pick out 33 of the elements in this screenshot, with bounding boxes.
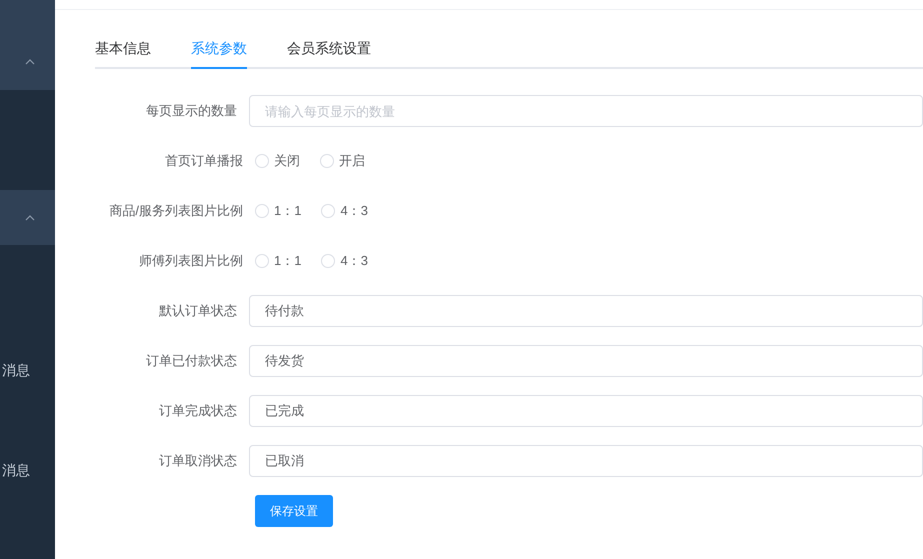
radio-button[interactable]	[321, 204, 336, 218]
sidebar-group-header[interactable]	[0, 0, 55, 90]
radio-button[interactable]	[321, 254, 336, 268]
input-field[interactable]: 已完成	[249, 395, 923, 427]
sidebar-group-header[interactable]	[0, 190, 55, 245]
radio-label: 4：3	[340, 202, 368, 220]
radio-label: 1：1	[274, 252, 302, 270]
sidebar-item[interactable]: 消息	[0, 460, 30, 480]
form-label: 商品/服务列表图片比例	[109, 202, 243, 220]
tab[interactable]: 系统参数	[191, 38, 247, 69]
radio-button[interactable]	[255, 154, 269, 168]
input-field[interactable]: 请输入每页显示的数量	[249, 95, 923, 127]
form-label: 默认订单状态	[159, 302, 238, 320]
radio-label: 关闭	[274, 152, 300, 170]
save-button[interactable]: 保存设置	[255, 495, 333, 527]
radio-label: 1：1	[274, 202, 302, 220]
radio-button[interactable]	[255, 254, 269, 268]
tab[interactable]: 基本信息	[95, 38, 151, 69]
form-label: 师傅列表图片比例	[139, 252, 243, 270]
radio-button[interactable]	[255, 204, 269, 218]
radio-button[interactable]	[320, 154, 334, 168]
input-field[interactable]: 已取消	[249, 445, 923, 477]
form-label: 订单完成状态	[159, 402, 238, 420]
radio-label: 4：3	[340, 252, 368, 270]
input-field[interactable]: 待付款	[249, 295, 923, 327]
input-field[interactable]: 待发货	[249, 345, 923, 377]
radio-label: 开启	[339, 152, 365, 170]
form-label: 首页订单播报	[165, 152, 243, 170]
form-label: 订单已付款状态	[146, 352, 238, 370]
sidebar-item[interactable]: 消息	[0, 360, 30, 380]
form-label: 每页显示的数量	[146, 102, 238, 120]
tab[interactable]: 会员系统设置	[287, 38, 371, 69]
form-label: 订单取消状态	[159, 452, 238, 470]
